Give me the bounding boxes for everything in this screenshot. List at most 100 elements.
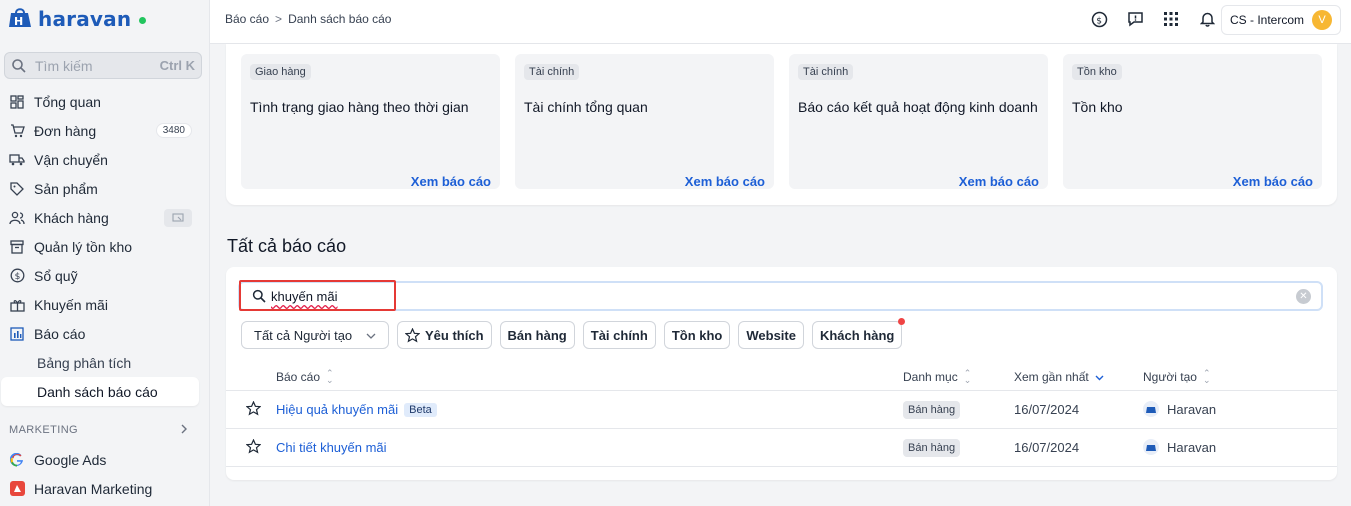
search-placeholder: Tìm kiếm <box>35 57 93 74</box>
sidebar: H haravan Tìm kiếm Ctrl K Tổng quan Đơn … <box>0 0 210 506</box>
cart-icon <box>9 123 25 139</box>
report-card[interactable]: Tài chính Báo cáo kết quả hoạt động kinh… <box>789 54 1048 189</box>
sidebar-item-label: Vận chuyển <box>34 151 108 168</box>
creator: Haravan <box>1143 401 1216 417</box>
sidebar-item-label: Khách hàng <box>34 209 109 226</box>
google-icon <box>9 452 25 468</box>
column-header-label: Báo cáo <box>276 370 321 384</box>
sidebar-item-khuyen-mai[interactable]: Khuyến mãi <box>0 290 210 319</box>
creator-name: Haravan <box>1167 439 1217 455</box>
view-report-link[interactable]: Xem báo cáo <box>959 174 1039 189</box>
report-card-title: Tồn kho <box>1072 99 1123 115</box>
sort-icon: ⌃ ⌄ <box>1202 368 1211 385</box>
sidebar-item-bao-cao[interactable]: Báo cáo <box>0 319 210 348</box>
filter-chip-website[interactable]: Website <box>738 321 804 349</box>
beta-badge: Beta <box>404 402 437 417</box>
sidebar-nav: Tổng quan Đơn hàng 3480 Vận chuyển Sản p… <box>0 87 210 503</box>
column-header-category[interactable]: Danh mục ⌃ ⌄ <box>903 369 971 385</box>
sidebar-item-don-hang[interactable]: Đơn hàng 3480 <box>0 116 210 145</box>
open-external-icon[interactable] <box>164 208 192 227</box>
haravan-logo[interactable]: H haravan <box>8 6 147 32</box>
view-report-link[interactable]: Xem báo cáo <box>411 174 491 189</box>
account-menu[interactable]: CS - Intercom V <box>1220 5 1341 35</box>
svg-text:H: H <box>14 15 23 28</box>
sidebar-item-so-quy[interactable]: $ Sổ quỹ <box>0 261 210 290</box>
sidebar-item-van-chuyen[interactable]: Vận chuyển <box>0 145 210 174</box>
dashboard-icon <box>9 94 25 110</box>
users-icon <box>9 210 25 226</box>
message-icon[interactable] <box>1126 10 1144 28</box>
filter-chip-label: Bán hàng <box>507 327 567 343</box>
tag-icon <box>9 181 25 197</box>
top-icons: $ <box>1090 10 1216 28</box>
sidebar-item-label: Quản lý tồn kho <box>34 238 133 255</box>
report-name: Chi tiết khuyến mãi <box>276 440 387 455</box>
sidebar-item-haravan-marketing[interactable]: Haravan Marketing <box>0 474 210 503</box>
report-card[interactable]: Tài chính Tài chính tổng quan Xem báo cá… <box>515 54 774 189</box>
order-count-badge: 3480 <box>155 123 192 138</box>
filter-chip-label: Tài chính <box>590 327 648 343</box>
report-card[interactable]: Giao hàng Tình trạng giao hàng theo thời… <box>241 54 500 189</box>
marketing-section-toggle[interactable]: MARKETING <box>0 415 210 445</box>
online-status-dot <box>139 16 147 24</box>
clock-dollar-icon[interactable]: $ <box>1090 10 1108 28</box>
search-highlight-box <box>239 280 396 311</box>
creator: Haravan <box>1143 439 1216 455</box>
clear-search-icon[interactable]: ✕ <box>1296 289 1311 304</box>
category-badge: Bán hàng <box>903 401 961 419</box>
report-search-input[interactable]: khuyến mãi ✕ <box>238 281 1323 311</box>
view-report-link[interactable]: Xem báo cáo <box>1233 174 1313 189</box>
favorite-star-icon[interactable] <box>246 401 261 416</box>
haravan-mini-icon <box>1143 439 1159 455</box>
sidebar-subitem-danh-sach-bao-cao[interactable]: Danh sách báo cáo <box>1 377 199 406</box>
last-viewed-date: 16/07/2024 <box>1014 440 1080 455</box>
search-shortcut: Ctrl K <box>159 58 195 73</box>
filter-chip-tai-chinh[interactable]: Tài chính <box>582 321 656 349</box>
report-name-link[interactable]: Chi tiết khuyến mãi <box>276 440 387 455</box>
report-name: Hiệu quả khuyến mãi <box>276 402 399 417</box>
breadcrumb-item-bao-cao[interactable]: Báo cáo <box>225 12 269 26</box>
view-report-link[interactable]: Xem báo cáo <box>685 174 765 189</box>
sidebar-item-label: Đơn hàng <box>34 122 97 139</box>
table-header: Báo cáo ⌃ ⌄ Danh mục ⌃ ⌄ Xem gần nhất Ngườ… <box>226 367 1337 391</box>
bell-icon[interactable] <box>1198 10 1216 28</box>
creator-filter-select[interactable]: Tất cả Người tạo <box>241 321 389 349</box>
filter-chip-favorite[interactable]: Yêu thích <box>397 321 492 349</box>
sidebar-search[interactable]: Tìm kiếm Ctrl K <box>4 52 202 79</box>
dollar-icon: $ <box>9 268 25 284</box>
filter-chip-ban-hang[interactable]: Bán hàng <box>499 321 575 349</box>
top-bar: Báo cáo > Danh sách báo cáo $ CS - Inter… <box>210 0 1351 44</box>
report-card[interactable]: Tồn kho Tồn kho Xem báo cáo <box>1063 54 1322 189</box>
column-header-label: Người tạo <box>1143 370 1197 384</box>
sidebar-item-tong-quan[interactable]: Tổng quan <box>0 87 210 116</box>
table-row[interactable]: Hiệu quả khuyến mãi Beta Bán hàng 16/07/… <box>226 391 1337 429</box>
filter-chip-label: Website <box>746 327 796 343</box>
report-card-tag: Giao hàng <box>250 64 311 80</box>
search-icon <box>12 58 26 73</box>
column-header-last-viewed[interactable]: Xem gần nhất <box>1014 370 1104 384</box>
sidebar-item-label: Báo cáo <box>34 325 86 342</box>
gift-icon <box>9 297 25 313</box>
featured-reports-panel: Giao hàng Tình trạng giao hàng theo thời… <box>226 44 1337 205</box>
creator-filter-value: Tất cả Người tạo <box>254 327 353 343</box>
sidebar-item-google-ads[interactable]: Google Ads <box>0 445 210 474</box>
sidebar-item-quan-ly-ton-kho[interactable]: Quản lý tồn kho <box>0 232 210 261</box>
column-header-creator[interactable]: Người tạo ⌃ ⌄ <box>1143 368 1211 385</box>
svg-text:$: $ <box>14 272 20 282</box>
filter-chip-khach-hang[interactable]: Khách hàng <box>811 318 906 349</box>
sort-desc-icon <box>1095 370 1104 384</box>
column-header-label: Xem gần nhất <box>1014 370 1089 384</box>
report-name-link[interactable]: Hiệu quả khuyến mãi Beta <box>276 402 437 417</box>
table-row[interactable]: Chi tiết khuyến mãi Bán hàng 16/07/2024 … <box>226 429 1337 467</box>
account-name: CS - Intercom <box>1229 13 1304 27</box>
apps-grid-icon[interactable] <box>1162 10 1180 28</box>
favorite-star-icon[interactable] <box>246 439 261 454</box>
column-header-report[interactable]: Báo cáo ⌃ ⌄ <box>276 369 334 385</box>
sidebar-subitem-bang-phan-tich[interactable]: Bảng phân tích <box>0 348 210 377</box>
sidebar-item-san-pham[interactable]: Sản phẩm <box>0 174 210 203</box>
sidebar-item-khach-hang[interactable]: Khách hàng <box>0 203 210 232</box>
haravan-logo-icon: H <box>9 8 31 28</box>
filter-chip-ton-kho[interactable]: Tồn kho <box>663 321 731 349</box>
report-card-tag: Tài chính <box>524 64 580 80</box>
last-viewed-date: 16/07/2024 <box>1014 402 1080 417</box>
